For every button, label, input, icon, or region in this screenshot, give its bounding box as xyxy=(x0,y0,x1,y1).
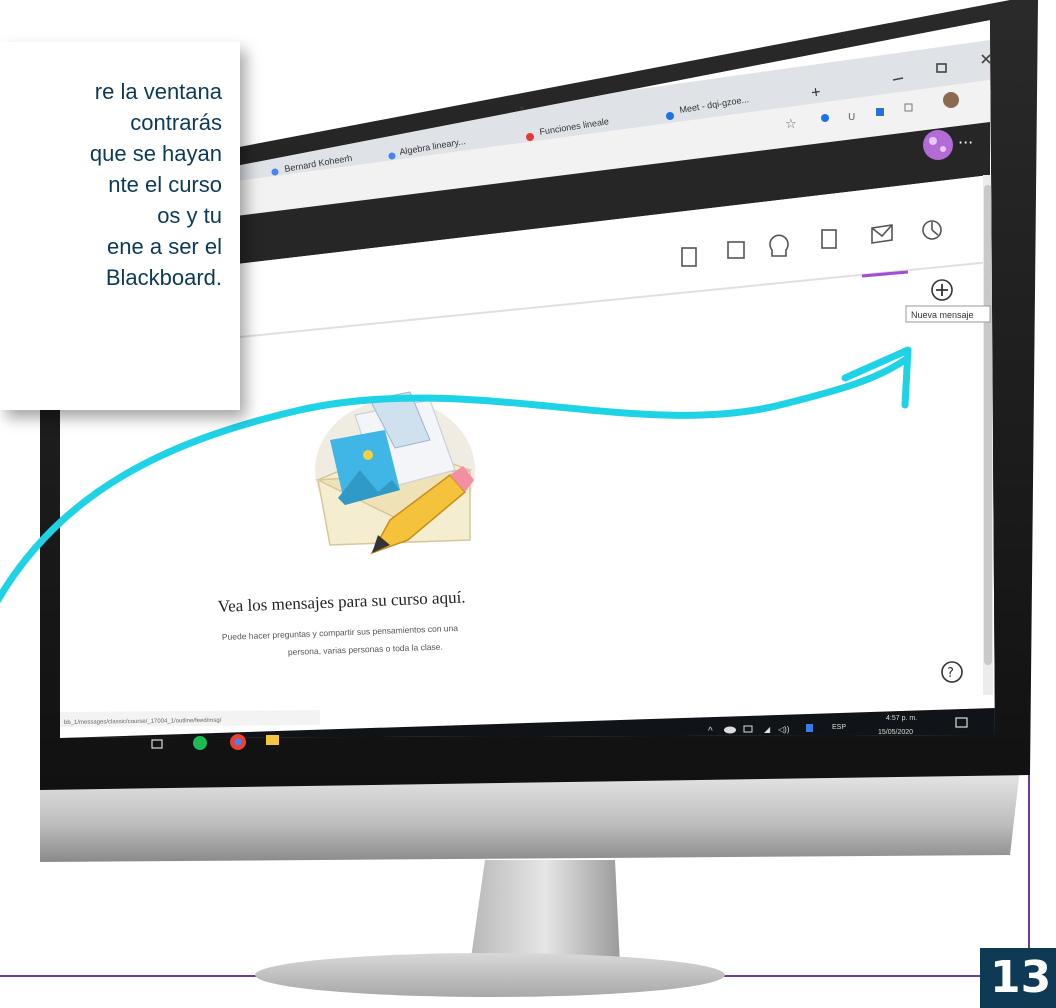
callout-line-6: ene a ser el xyxy=(107,234,222,259)
header-more-icon[interactable]: ··· xyxy=(958,133,973,152)
callout-line-4: nte el curso xyxy=(108,172,222,197)
callout-line-1: re la ventana xyxy=(94,79,222,104)
page-number: 13 xyxy=(980,948,1056,1008)
avatar-pattern-2 xyxy=(940,146,946,152)
instruction-callout: re la ventana contrarás que se hayan nte… xyxy=(0,42,240,410)
onedrive-icon xyxy=(724,726,736,734)
extension-square-icon xyxy=(876,108,884,116)
user-avatar[interactable] xyxy=(923,130,953,160)
callout-line-5: os y tu xyxy=(157,203,222,228)
callout-line-3: que se hayan xyxy=(89,141,222,166)
volume-icon: ◁)) xyxy=(778,725,790,734)
clock-time: 4:57 p. m. xyxy=(886,715,917,722)
avatar-pattern xyxy=(929,137,937,145)
browser-menu-icon: ⋮ xyxy=(985,89,997,103)
scrollbar-thumb[interactable] xyxy=(984,185,992,665)
svg-text:?: ? xyxy=(947,666,954,681)
help-button[interactable]: ? xyxy=(941,661,963,683)
webcam-dot xyxy=(520,106,524,110)
file-explorer-icon xyxy=(266,735,279,745)
language-indicator: ESP xyxy=(832,724,846,731)
new-message-button[interactable] xyxy=(931,279,953,301)
new-message-tooltip: Nueva mensaje xyxy=(911,310,974,320)
extension-u-icon: U xyxy=(848,112,855,123)
spotify-icon xyxy=(193,736,207,750)
tray-chevron-icon: ^ xyxy=(708,726,713,737)
meet-favicon-icon xyxy=(666,112,674,120)
profile-avatar-icon xyxy=(943,92,959,108)
bluetooth-icon xyxy=(806,724,813,732)
star-icon: ☆ xyxy=(785,117,797,132)
extension-blue-icon xyxy=(821,114,829,122)
callout-line-7: Blackboard. xyxy=(105,265,222,290)
monitor-stand xyxy=(255,860,725,997)
network-icon: ◢ xyxy=(764,725,771,734)
red-favicon-icon xyxy=(526,133,534,141)
monitor-base xyxy=(255,953,725,997)
clock-date: 15/05/2020 xyxy=(878,729,913,736)
callout-line-2: contrarás xyxy=(130,110,222,135)
